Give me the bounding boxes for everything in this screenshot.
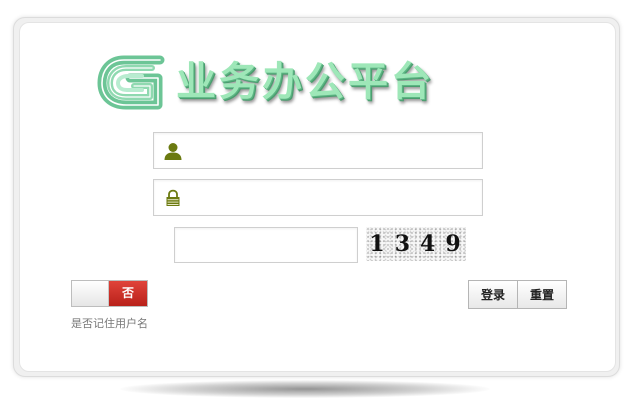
app-title: 业务办公平台 [176, 59, 434, 105]
captcha-code: 1349 [369, 231, 471, 257]
action-buttons: 登录 重置 [468, 280, 567, 309]
captcha-input[interactable] [181, 228, 351, 263]
reset-button[interactable]: 重置 [517, 281, 566, 308]
green-ribbon-logo-icon [97, 55, 165, 110]
remember-username-toggle[interactable]: 否 [71, 280, 148, 307]
password-field-box[interactable] [153, 179, 483, 216]
username-input[interactable] [190, 133, 478, 168]
password-input[interactable] [190, 180, 478, 215]
login-button[interactable]: 登录 [469, 281, 517, 308]
username-field-box[interactable] [153, 132, 483, 169]
logo: 业务办公平台 [96, 50, 476, 114]
captcha-image[interactable]: 1349 [366, 227, 466, 261]
remember-username-label: 是否记住用户名 [71, 317, 148, 330]
toggle-state-label: 否 [109, 281, 147, 306]
toggle-knob [72, 281, 109, 306]
lock-icon [166, 189, 180, 206]
panel-drop-shadow [120, 380, 490, 398]
user-icon [164, 143, 182, 160]
captcha-field-box[interactable] [174, 227, 358, 263]
